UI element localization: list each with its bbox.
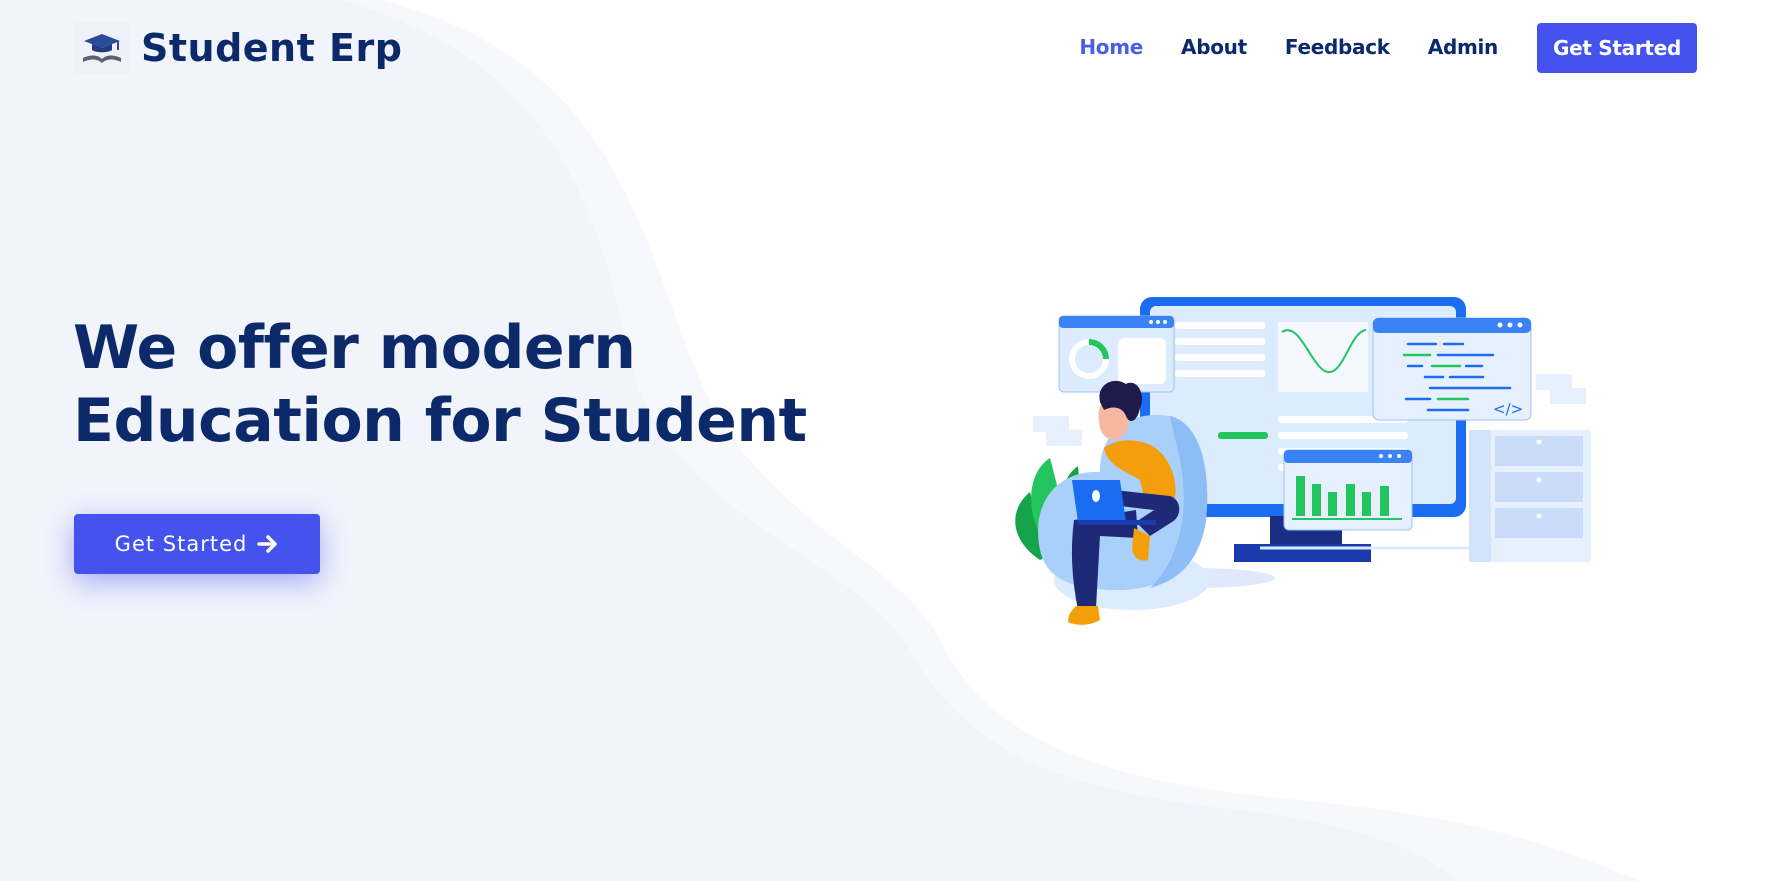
nav-item-home[interactable]: Home bbox=[1079, 36, 1143, 58]
nav-item-about[interactable]: About bbox=[1181, 36, 1247, 58]
site-header: Student Erp Home About Feedback Admin Ge… bbox=[0, 0, 1772, 96]
code-window-label: </> bbox=[1493, 400, 1523, 418]
hero-title: We offer modern Education for Student bbox=[73, 313, 807, 456]
hero-get-started-label: Get Started bbox=[114, 532, 248, 556]
graduation-cap-book-icon bbox=[73, 22, 131, 74]
brand-name: Student Erp bbox=[141, 26, 403, 70]
nav-item-feedback[interactable]: Feedback bbox=[1285, 36, 1390, 58]
page: Student Erp Home About Feedback Admin Ge… bbox=[0, 0, 1772, 881]
arrow-right-icon bbox=[257, 535, 278, 553]
hero-get-started-button[interactable]: Get Started bbox=[74, 514, 320, 574]
nav-item-admin[interactable]: Admin bbox=[1428, 36, 1499, 58]
brand-link[interactable]: Student Erp bbox=[73, 22, 402, 74]
header-get-started-button[interactable]: Get Started bbox=[1537, 23, 1697, 73]
main-nav: Home About Feedback Admin bbox=[1079, 36, 1498, 58]
hero-illustration: </> bbox=[900, 297, 1591, 625]
